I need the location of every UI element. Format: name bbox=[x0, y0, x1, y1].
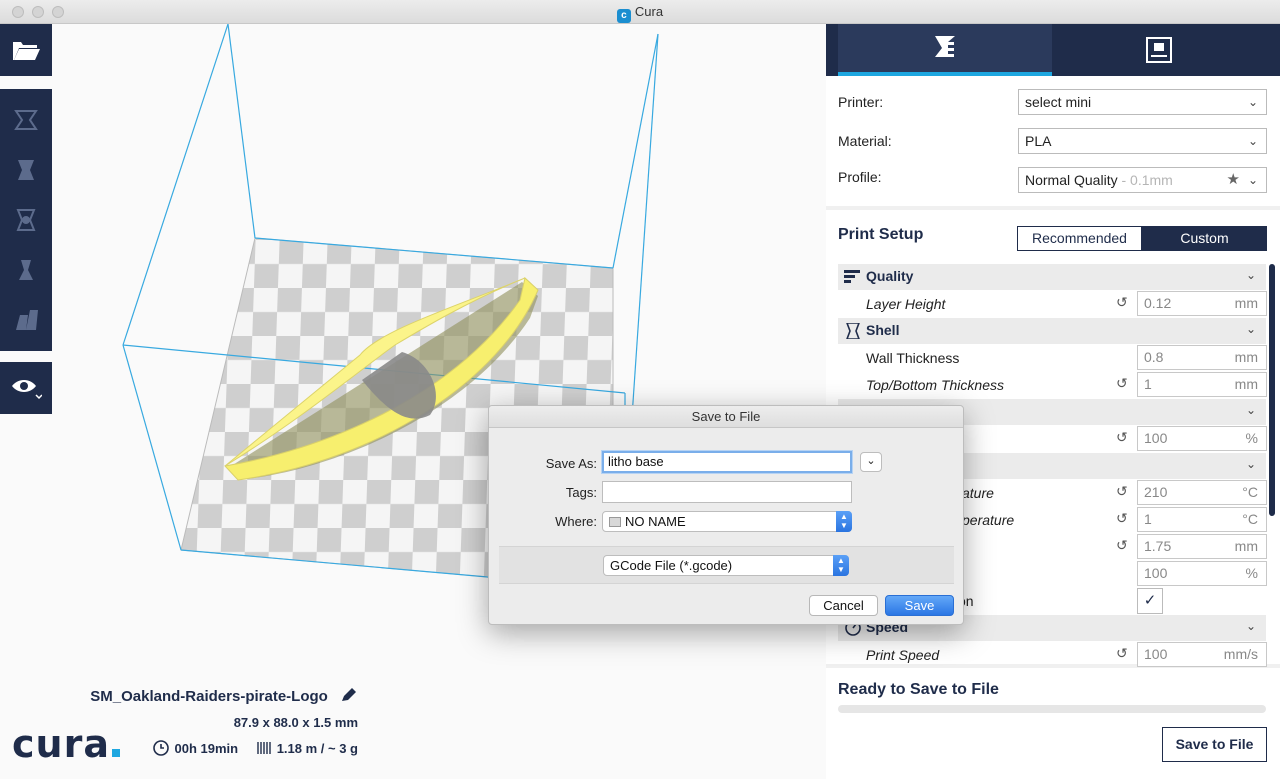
flow-field[interactable]: 100% bbox=[1137, 561, 1267, 586]
printing-temperature-field[interactable]: 210 °C bbox=[1137, 480, 1267, 505]
save-as-label: Save As: bbox=[545, 456, 597, 471]
stepper-icon: ▲ ▼ bbox=[833, 555, 849, 576]
save-dialog: Save to File Save As: litho base ⌄ Tags:… bbox=[488, 405, 964, 625]
material-dropdown[interactable]: PLA ⌄ bbox=[1018, 128, 1267, 154]
stepper-icon: ▲ ▼ bbox=[836, 511, 852, 532]
infill-density-field[interactable]: 100% bbox=[1137, 426, 1267, 451]
print-setup-title: Print Setup bbox=[838, 226, 924, 243]
monitor-icon bbox=[1146, 37, 1172, 63]
chevron-down-icon: ⌄ bbox=[1247, 134, 1258, 148]
build-volume-scene[interactable] bbox=[0, 24, 826, 779]
tab-monitor[interactable] bbox=[1052, 24, 1266, 76]
model-name: SM_Oakland-Raiders-pirate-Logo bbox=[90, 688, 328, 705]
tags-input[interactable] bbox=[602, 481, 852, 503]
print-time: 00h 19min bbox=[174, 741, 239, 756]
profile-label: Profile: bbox=[838, 169, 882, 185]
print-speed-field[interactable]: 100 mm/s bbox=[1137, 642, 1267, 667]
profile-dropdown[interactable]: Normal Quality - 0.1mm ★ ⌄ bbox=[1018, 167, 1267, 193]
viewport-3d[interactable]: cura SM_Oakland-Raiders-pirate-Logo 87.9… bbox=[0, 24, 826, 779]
top-bottom-thickness-label: Top/Bottom Thickness bbox=[866, 377, 1004, 393]
panel-tabs bbox=[826, 24, 1280, 76]
wall-thickness-field[interactable]: 0.8 mm bbox=[1137, 345, 1267, 370]
chevron-down-icon: ⌄ bbox=[1245, 322, 1256, 336]
save-to-file-button[interactable]: Save to File bbox=[1162, 727, 1267, 762]
top-bottom-thickness-field[interactable]: 1 mm bbox=[1137, 372, 1267, 397]
chevron-down-icon: ⌄ bbox=[1245, 268, 1256, 282]
cura-logo-dot bbox=[111, 749, 120, 757]
reset-icon[interactable]: ↺ bbox=[1116, 294, 1128, 311]
format-bar: GCode File (*.gcode) ▲ ▼ bbox=[499, 546, 954, 584]
star-icon[interactable]: ★ bbox=[1227, 168, 1240, 192]
layer-height-field[interactable]: 0.12 mm bbox=[1137, 291, 1267, 316]
mode-custom-button[interactable]: Custom bbox=[1142, 226, 1267, 251]
mirror-icon[interactable] bbox=[12, 257, 40, 283]
scale-icon[interactable] bbox=[12, 157, 40, 183]
save-button[interactable]: Save bbox=[885, 595, 954, 616]
filament-icon bbox=[257, 742, 271, 754]
mode-recommended-button[interactable]: Recommended bbox=[1017, 226, 1142, 251]
clock-icon bbox=[153, 740, 170, 756]
material-usage: 1.18 m / ~ 3 g bbox=[276, 741, 358, 756]
chevron-down-icon: ⌄ bbox=[866, 455, 876, 467]
reset-icon[interactable]: ↺ bbox=[1116, 483, 1128, 500]
reset-icon[interactable]: ↺ bbox=[1116, 537, 1128, 554]
where-popup[interactable]: NO NAME ▲ ▼ bbox=[602, 511, 852, 532]
retraction-checkbox[interactable]: ✓ bbox=[1137, 588, 1163, 614]
edit-name-icon[interactable] bbox=[340, 687, 358, 703]
printing-temperature-label: ature bbox=[962, 485, 994, 501]
tab-print-settings[interactable] bbox=[838, 24, 1052, 76]
shell-icon bbox=[846, 323, 860, 339]
dialog-title: Save to File bbox=[489, 406, 963, 428]
settings-scrollbar[interactable] bbox=[1269, 264, 1275, 516]
eye-icon bbox=[12, 380, 42, 400]
folder-open-icon bbox=[13, 42, 40, 60]
printer-label: Printer: bbox=[838, 94, 884, 110]
reset-icon[interactable]: ↺ bbox=[1116, 645, 1128, 662]
ready-status: Ready to Save to File bbox=[838, 681, 999, 698]
layer-height-label: Layer Height bbox=[866, 296, 946, 312]
title-bar: c Cura bbox=[0, 0, 1280, 24]
cura-logo: cura bbox=[12, 724, 120, 764]
window-title: Cura bbox=[634, 4, 664, 19]
chevron-down-icon: ⌄ bbox=[1247, 173, 1258, 187]
chevron-down-icon: ⌄ bbox=[1245, 403, 1256, 417]
open-file-button[interactable] bbox=[0, 24, 52, 76]
cura-app-icon: c bbox=[616, 9, 631, 23]
printer-dropdown[interactable]: select mini ⌄ bbox=[1018, 89, 1267, 115]
where-label: Where: bbox=[555, 514, 597, 529]
model-dimensions: 87.9 x 88.0 x 1.5 mm bbox=[233, 715, 358, 730]
category-shell[interactable]: Shell ⌄ bbox=[838, 318, 1266, 344]
chevron-down-icon: ⌄ bbox=[1247, 95, 1258, 109]
per-model-settings-icon[interactable] bbox=[12, 307, 40, 333]
rotate-icon[interactable] bbox=[12, 207, 40, 233]
save-as-input[interactable]: litho base bbox=[602, 451, 852, 473]
reset-icon[interactable]: ↺ bbox=[1116, 429, 1128, 446]
cancel-button[interactable]: Cancel bbox=[809, 595, 878, 616]
quality-icon bbox=[844, 270, 860, 283]
cura-window: c Cura cura SM_Oakland-Raiders-pirate-Lo… bbox=[0, 0, 1280, 779]
translate-icon[interactable] bbox=[12, 107, 40, 133]
settings-panel: Printer: select mini ⌄ Material: PLA ⌄ Pro… bbox=[826, 24, 1280, 779]
print-speed-label: Print Speed bbox=[866, 647, 940, 663]
chevron-down-icon: ⌄ bbox=[1245, 457, 1256, 471]
slice-progress-bar bbox=[838, 705, 1266, 713]
drive-icon bbox=[609, 517, 621, 527]
bed-temperature-label: perature bbox=[962, 512, 1015, 528]
diameter-field[interactable]: 1.75 mm bbox=[1137, 534, 1267, 559]
material-label: Material: bbox=[838, 133, 892, 149]
print-settings-icon bbox=[935, 36, 955, 57]
chevron-down-icon: ⌄ bbox=[1245, 619, 1256, 633]
machine-section: Printer: select mini ⌄ Material: PLA ⌄ Pro… bbox=[826, 76, 1280, 206]
expand-dialog-button[interactable]: ⌄ bbox=[860, 452, 882, 472]
bed-temperature-field[interactable]: 1 °C bbox=[1137, 507, 1267, 532]
reset-icon[interactable]: ↺ bbox=[1116, 375, 1128, 392]
view-mode-button[interactable] bbox=[0, 362, 52, 414]
tool-panel bbox=[0, 89, 52, 351]
category-quality[interactable]: Quality ⌄ bbox=[838, 264, 1266, 290]
reset-icon[interactable]: ↺ bbox=[1116, 510, 1128, 527]
tags-label: Tags: bbox=[565, 485, 597, 500]
wall-thickness-label: Wall Thickness bbox=[866, 350, 960, 366]
file-format-popup[interactable]: GCode File (*.gcode) ▲ ▼ bbox=[603, 555, 849, 576]
